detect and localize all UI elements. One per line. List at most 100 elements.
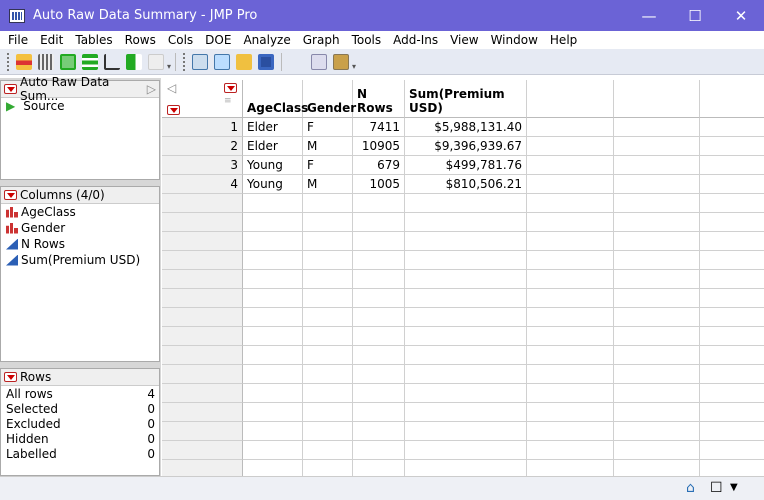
table-cell[interactable] (405, 460, 527, 476)
table-cell[interactable] (405, 194, 527, 213)
table-cell[interactable] (614, 422, 700, 441)
table-cell[interactable] (614, 270, 700, 289)
menu-window[interactable]: Window (485, 33, 544, 47)
table-cell[interactable] (614, 403, 700, 422)
table-cell[interactable] (303, 346, 353, 365)
close-button[interactable]: ✕ (718, 0, 764, 31)
empty-row[interactable] (162, 308, 764, 327)
grid-icon[interactable] (60, 53, 76, 70)
table-cell[interactable] (353, 213, 405, 232)
table-cell[interactable]: Elder (243, 118, 303, 137)
table-cell[interactable] (527, 118, 614, 137)
table-row[interactable]: 3 Young F 679 $499,781.76 (162, 156, 764, 175)
table-cell[interactable] (527, 327, 614, 346)
table-cell[interactable] (614, 175, 700, 194)
table-cell[interactable] (700, 384, 764, 403)
table-cell[interactable] (353, 251, 405, 270)
table-cell[interactable] (243, 270, 303, 289)
table-cell[interactable] (527, 289, 614, 308)
fit-y-by-x-icon[interactable] (104, 53, 120, 70)
row-number[interactable] (162, 403, 243, 422)
empty-row[interactable] (162, 327, 764, 346)
table-cell[interactable] (303, 308, 353, 327)
table-cell[interactable] (405, 232, 527, 251)
toolbar-grip[interactable] (183, 52, 186, 71)
new-data-table-icon[interactable] (192, 53, 209, 70)
table-cell[interactable] (614, 460, 700, 476)
table-cell[interactable] (527, 365, 614, 384)
table-row[interactable]: 2 Elder M 10905 $9,396,939.67 (162, 137, 764, 156)
table-cell[interactable] (405, 270, 527, 289)
red-triangle-menu-icon[interactable] (4, 372, 17, 382)
table-cell[interactable] (700, 270, 764, 289)
empty-row[interactable] (162, 194, 764, 213)
table-cell[interactable]: F (303, 156, 353, 175)
table-cell[interactable] (700, 175, 764, 194)
table-cell[interactable] (614, 441, 700, 460)
table-cell[interactable] (243, 308, 303, 327)
data-table-icon[interactable] (38, 53, 54, 70)
table-cell[interactable] (303, 327, 353, 346)
table-cell[interactable]: 7411 (353, 118, 405, 137)
column-item[interactable]: Gender (1, 220, 159, 236)
table-cell[interactable]: Young (243, 175, 303, 194)
menu-tools[interactable]: Tools (346, 33, 388, 47)
row-number[interactable] (162, 232, 243, 251)
empty-row[interactable] (162, 232, 764, 251)
menu-view[interactable]: View (444, 33, 484, 47)
table-cell[interactable] (243, 460, 303, 476)
table-cell[interactable] (353, 384, 405, 403)
table-cell[interactable]: Elder (243, 137, 303, 156)
table-cell[interactable] (303, 194, 353, 213)
table-cell[interactable]: 10905 (353, 137, 405, 156)
table-cell[interactable]: $499,781.76 (405, 156, 527, 175)
row-number[interactable] (162, 441, 243, 460)
menu-cols[interactable]: Cols (162, 33, 199, 47)
table-cell[interactable] (527, 270, 614, 289)
menu-analyze[interactable]: Analyze (237, 33, 296, 47)
table-cell[interactable] (243, 232, 303, 251)
row-number[interactable] (162, 270, 243, 289)
toolbar-overflow-icon[interactable]: ▾ (167, 62, 171, 71)
table-cell[interactable] (700, 403, 764, 422)
table-cell[interactable] (243, 346, 303, 365)
table-cell[interactable] (353, 289, 405, 308)
open-folder-icon[interactable] (236, 53, 253, 70)
left-arrow-icon[interactable]: ◁ (167, 81, 176, 95)
table-cell[interactable]: $810,506.21 (405, 175, 527, 194)
table-cell[interactable] (303, 422, 353, 441)
table-cell[interactable] (405, 403, 527, 422)
column-red-triangle-icon[interactable] (224, 83, 237, 93)
empty-row[interactable] (162, 346, 764, 365)
menu-tables[interactable]: Tables (69, 33, 118, 47)
table-cell[interactable] (405, 308, 527, 327)
table-cell[interactable] (405, 213, 527, 232)
table-cell[interactable] (243, 213, 303, 232)
menu-graph[interactable]: Graph (297, 33, 346, 47)
row-number[interactable] (162, 327, 243, 346)
table-cell[interactable] (527, 213, 614, 232)
empty-row[interactable] (162, 441, 764, 460)
table-cell[interactable] (303, 270, 353, 289)
table-cell[interactable] (700, 460, 764, 476)
table-cell[interactable] (353, 403, 405, 422)
script-icon[interactable] (148, 53, 164, 70)
row-number[interactable] (162, 460, 243, 476)
table-cell[interactable] (527, 232, 614, 251)
table-cell[interactable] (353, 441, 405, 460)
window-list-icon[interactable]: ☐ (710, 480, 723, 496)
copy-icon[interactable] (311, 53, 328, 70)
table-cell[interactable] (243, 251, 303, 270)
paste-icon[interactable] (333, 53, 350, 70)
table-cell[interactable] (527, 384, 614, 403)
table-cell[interactable] (353, 232, 405, 251)
table-cell[interactable] (405, 422, 527, 441)
table-cell[interactable] (527, 175, 614, 194)
toolbar-grip[interactable] (7, 52, 10, 71)
table-cell[interactable] (700, 346, 764, 365)
row-number[interactable]: 2 (162, 137, 243, 156)
table-cell[interactable] (405, 441, 527, 460)
table-cell[interactable] (614, 232, 700, 251)
table-cell[interactable] (303, 441, 353, 460)
table-cell[interactable] (353, 346, 405, 365)
